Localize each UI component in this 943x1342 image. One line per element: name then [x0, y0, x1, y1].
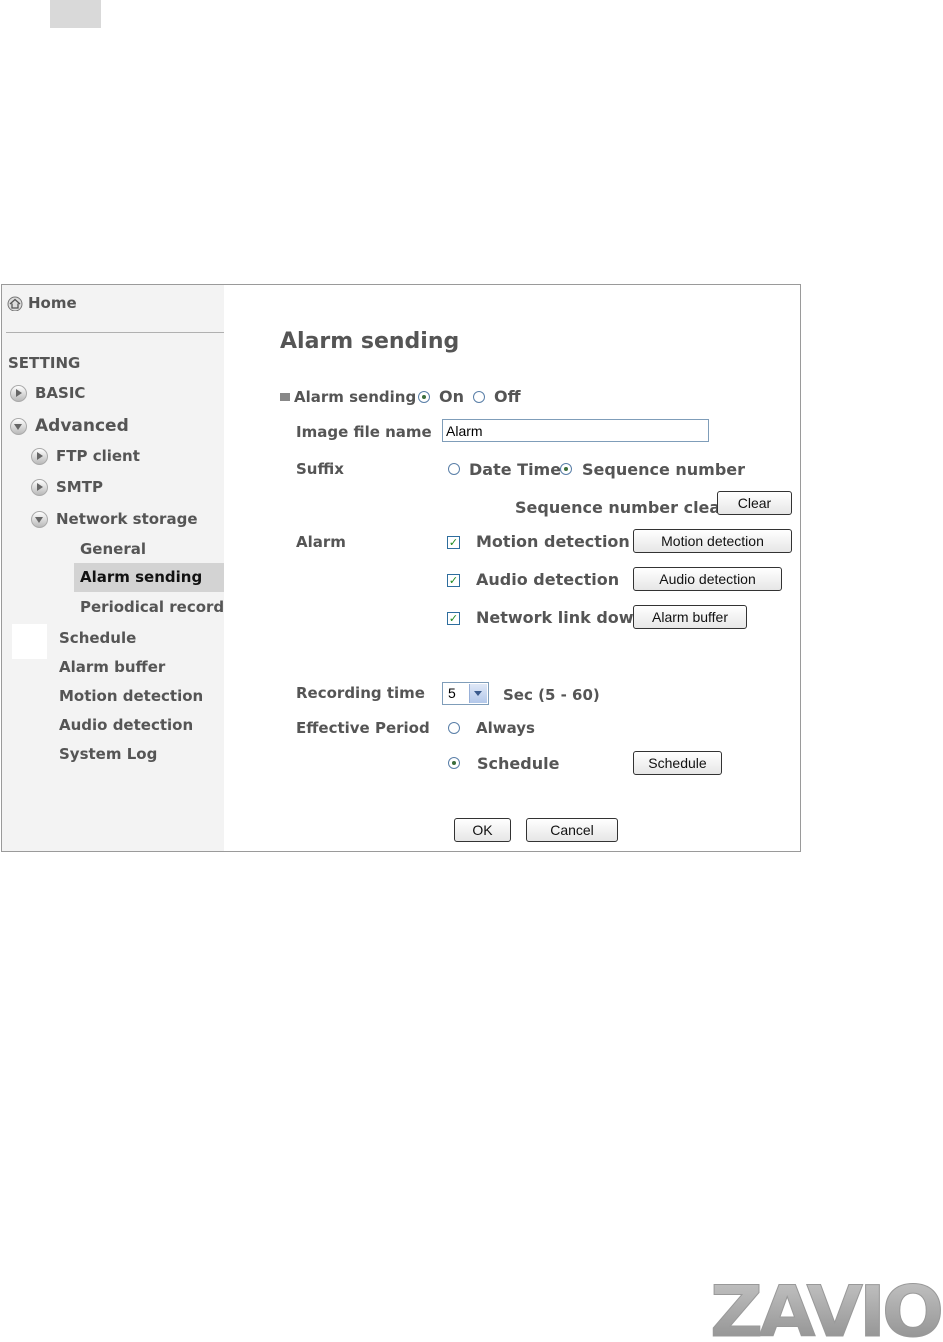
- suffix-label: Suffix: [296, 460, 344, 478]
- alarm-label: Alarm: [296, 533, 346, 551]
- motion-detection-button[interactable]: Motion detection: [633, 529, 792, 553]
- motion-detection-option-label: Motion detection: [476, 532, 630, 551]
- cancel-button[interactable]: Cancel: [526, 818, 618, 842]
- expand-arrow-icon: [10, 385, 27, 402]
- recording-time-unit: Sec (5 - 60): [503, 686, 600, 704]
- settings-window: Home SETTING BASIC Advanced FTP client S…: [1, 284, 801, 852]
- sidebar-item-label: FTP client: [56, 447, 140, 465]
- sidebar-item-audio-detection[interactable]: Audio detection: [59, 716, 193, 734]
- sequence-clear-label: Sequence number clear: [515, 498, 729, 517]
- page-title: Alarm sending: [280, 329, 460, 354]
- sidebar-item-schedule[interactable]: Schedule: [59, 629, 136, 647]
- sidebar-item-label: Network storage: [56, 510, 198, 528]
- period-schedule-radio[interactable]: [448, 757, 460, 769]
- period-always-radio[interactable]: [448, 722, 460, 734]
- sidebar-item-smtp[interactable]: SMTP: [31, 478, 103, 496]
- sidebar-item-label: SMTP: [56, 478, 103, 496]
- home-icon: [7, 296, 23, 311]
- alarm-sending-off-label: Off: [494, 387, 521, 406]
- sidebar-item-label: BASIC: [35, 384, 86, 402]
- sidebar-item-label: Advanced: [35, 416, 129, 436]
- alarm-sending-on-label: On: [439, 387, 464, 406]
- expand-arrow-icon: [31, 448, 48, 465]
- sidebar-item-general[interactable]: General: [80, 540, 146, 558]
- period-always-label: Always: [476, 719, 535, 737]
- alarm-buffer-button[interactable]: Alarm buffer: [633, 605, 747, 629]
- sidebar: Home SETTING BASIC Advanced FTP client S…: [2, 285, 224, 851]
- image-file-name-input[interactable]: [442, 419, 709, 442]
- sidebar-section-setting: SETTING: [8, 354, 81, 372]
- sidebar-item-system-log[interactable]: System Log: [59, 745, 157, 763]
- svg-text:ZAVIO: ZAVIO: [710, 1271, 941, 1342]
- suffix-date-time-radio[interactable]: [448, 463, 460, 475]
- network-link-down-option-label: Network link down: [476, 608, 645, 627]
- network-link-down-checkbox[interactable]: ✓: [447, 612, 460, 625]
- sidebar-item-ftp-client[interactable]: FTP client: [31, 447, 140, 465]
- collapse-arrow-icon: [10, 417, 27, 435]
- sidebar-home[interactable]: Home: [6, 294, 77, 312]
- alarm-sending-label: Alarm sending: [294, 388, 417, 406]
- blank-square: [12, 624, 47, 659]
- alarm-sending-off-radio[interactable]: [473, 391, 485, 403]
- effective-period-label: Effective Period: [296, 719, 430, 737]
- motion-detection-checkbox[interactable]: ✓: [447, 536, 460, 549]
- audio-detection-option-label: Audio detection: [476, 570, 620, 589]
- sidebar-item-advanced[interactable]: Advanced: [10, 416, 129, 436]
- recording-time-label: Recording time: [296, 684, 425, 702]
- collapse-arrow-icon: [31, 511, 48, 528]
- recording-time-value: 5: [448, 685, 456, 701]
- sidebar-divider: [6, 332, 224, 333]
- sidebar-item-periodical-recording[interactable]: Periodical recordir: [80, 598, 224, 616]
- ok-button[interactable]: OK: [454, 818, 511, 842]
- sidebar-item-basic[interactable]: BASIC: [10, 384, 85, 402]
- alarm-sending-on-radio[interactable]: [418, 391, 430, 403]
- expand-arrow-icon: [31, 479, 48, 496]
- chevron-down-icon[interactable]: [469, 684, 487, 703]
- suffix-sequence-radio[interactable]: [560, 463, 572, 475]
- alarm-sending-row-label: Alarm sending: [280, 388, 416, 406]
- schedule-button[interactable]: Schedule: [633, 751, 722, 775]
- bullet-icon: [280, 393, 290, 401]
- sidebar-item-alarm-sending[interactable]: Alarm sending: [74, 563, 224, 592]
- clear-button[interactable]: Clear: [717, 491, 792, 515]
- image-file-name-label: Image file name: [296, 423, 432, 441]
- sidebar-home-label: Home: [28, 294, 77, 312]
- recording-time-select[interactable]: 5: [442, 682, 489, 705]
- sidebar-item-alarm-buffer[interactable]: Alarm buffer: [59, 658, 165, 676]
- sidebar-item-network-storage[interactable]: Network storage: [31, 510, 198, 528]
- suffix-sequence-label: Sequence number: [582, 460, 746, 479]
- sidebar-item-motion-detection[interactable]: Motion detection: [59, 687, 203, 705]
- suffix-date-time-label: Date Time: [469, 460, 562, 479]
- zavio-logo: ZAVIO: [710, 1271, 943, 1342]
- audio-detection-checkbox[interactable]: ✓: [447, 574, 460, 587]
- top-gray-box: [50, 0, 101, 28]
- period-schedule-label: Schedule: [477, 754, 560, 773]
- audio-detection-button[interactable]: Audio detection: [633, 567, 782, 591]
